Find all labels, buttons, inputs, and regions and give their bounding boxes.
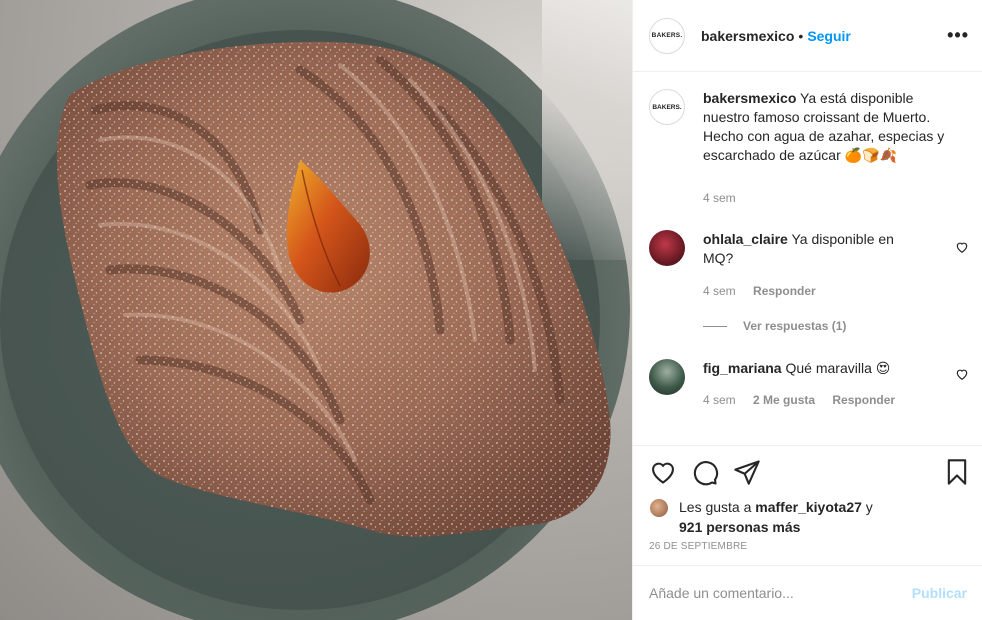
- add-comment-bar: Publicar: [633, 565, 982, 620]
- comment-author[interactable]: ohlala_claire: [703, 231, 788, 247]
- comment-bubble-icon[interactable]: [691, 458, 719, 486]
- share-paper-plane-icon[interactable]: [733, 458, 761, 486]
- author-username[interactable]: bakersmexico: [701, 28, 794, 44]
- croissant-image: [56, 41, 611, 537]
- likes-count-link[interactable]: 921 personas más: [679, 519, 800, 535]
- view-replies[interactable]: Ver respuestas (1): [703, 319, 860, 333]
- publish-button[interactable]: Publicar: [912, 585, 967, 601]
- likes-prefix: Les gusta a: [679, 499, 756, 515]
- like-comment-heart-icon[interactable]: [955, 240, 969, 254]
- more-options-icon[interactable]: •••: [947, 26, 969, 44]
- comment-author[interactable]: fig_mariana: [703, 360, 782, 376]
- commenter-avatar[interactable]: [649, 359, 685, 395]
- post-actions: Les gusta a maffer_kiyota27 y 921 person…: [633, 445, 982, 575]
- post-sidebar: BAKERS. bakersmexico • Seguir ••• BAKERS…: [632, 0, 982, 620]
- caption-author[interactable]: bakersmexico: [703, 90, 796, 106]
- header-separator: •: [798, 27, 804, 44]
- caption-time[interactable]: 4 sem: [703, 191, 736, 205]
- reply-button[interactable]: Responder: [832, 393, 895, 407]
- comment-input[interactable]: [649, 585, 912, 601]
- comment-likes[interactable]: 2 Me gusta: [753, 393, 815, 407]
- commenter-avatar[interactable]: [649, 230, 685, 266]
- comment-meta: 4 sem 2 Me gusta Responder: [703, 393, 909, 407]
- comment-meta: 4 sem Responder: [703, 284, 830, 298]
- comment-body: ohlala_claire Ya disponible en MQ?: [703, 230, 923, 268]
- comment-time[interactable]: 4 sem: [703, 393, 736, 407]
- comment-text: Qué maravilla 😍: [785, 360, 891, 376]
- comment-time[interactable]: 4 sem: [703, 284, 736, 298]
- caption-meta: 4 sem: [703, 191, 750, 205]
- author-avatar[interactable]: BAKERS.: [649, 17, 685, 54]
- like-heart-icon[interactable]: [649, 458, 677, 486]
- view-replies-label[interactable]: Ver respuestas (1): [743, 319, 846, 333]
- comments-list[interactable]: BAKERS. bakersmexico Ya está disponible …: [633, 73, 982, 443]
- post-date[interactable]: 26 DE SEPTIEMBRE: [649, 541, 747, 552]
- post-photo[interactable]: [0, 0, 632, 620]
- reply-button[interactable]: Responder: [753, 284, 816, 298]
- liker-username[interactable]: maffer_kiyota27: [755, 499, 862, 515]
- liker-avatar[interactable]: [649, 498, 669, 518]
- comment-body: fig_mariana Qué maravilla 😍: [703, 359, 923, 378]
- likes-connector: y: [861, 499, 873, 515]
- follow-button[interactable]: Seguir: [807, 28, 851, 44]
- caption-avatar[interactable]: BAKERS.: [649, 89, 685, 125]
- replies-line: [703, 325, 727, 327]
- like-comment-heart-icon[interactable]: [955, 367, 969, 381]
- likes-text: Les gusta a maffer_kiyota27 y 921 person…: [679, 497, 939, 537]
- post-header: BAKERS. bakersmexico • Seguir •••: [633, 0, 982, 72]
- brand-logo: BAKERS.: [652, 103, 682, 111]
- caption-body: bakersmexico Ya está disponible nuestro …: [703, 89, 953, 165]
- brand-logo: BAKERS.: [651, 32, 683, 39]
- save-bookmark-icon[interactable]: [943, 458, 971, 486]
